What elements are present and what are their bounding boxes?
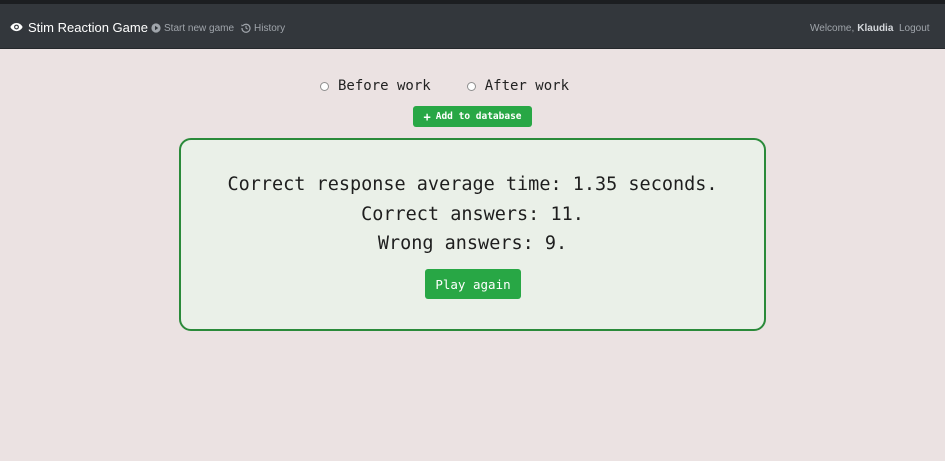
brand-title: Stim Reaction Game <box>28 19 148 35</box>
add-to-database-label: Add to database <box>435 111 522 122</box>
history-icon <box>241 23 251 33</box>
brand-link[interactable]: Stim Reaction Game <box>10 17 148 37</box>
correct-answers-text: Correct answers: 11. <box>361 204 584 225</box>
work-time-radio-group: Before work After work <box>320 78 569 94</box>
navbar: Stim Reaction Game Start new game Histor… <box>0 4 945 49</box>
before-work-label: Before work <box>338 78 431 94</box>
start-new-game-label: Start new game <box>164 22 235 34</box>
play-again-button[interactable]: Play again <box>425 269 521 299</box>
after-work-option[interactable]: After work <box>466 78 570 94</box>
start-new-game-link[interactable]: Start new game <box>151 20 234 36</box>
average-time-text: Correct response average time: 1.35 seco… <box>227 174 718 195</box>
eye-icon <box>10 22 23 32</box>
play-circle-icon <box>151 23 161 33</box>
history-label: History <box>254 22 286 34</box>
before-work-option[interactable]: Before work <box>320 78 431 94</box>
logout-link[interactable]: Logout <box>899 20 930 36</box>
wrong-answers-text: Wrong answers: 9. <box>377 233 568 254</box>
after-work-radio[interactable] <box>466 81 476 91</box>
plus-icon: + <box>423 109 431 124</box>
welcome-text: Welcome, Klaudia <box>810 20 893 36</box>
welcome-prefix: Welcome, <box>810 22 855 34</box>
add-to-database-button[interactable]: + Add to database <box>413 106 532 127</box>
after-work-label: After work <box>484 78 570 94</box>
before-work-radio[interactable] <box>320 81 329 91</box>
username: Klaudia <box>857 22 894 34</box>
history-link[interactable]: History <box>241 20 285 36</box>
results-panel: Correct response average time: 1.35 seco… <box>179 138 766 331</box>
